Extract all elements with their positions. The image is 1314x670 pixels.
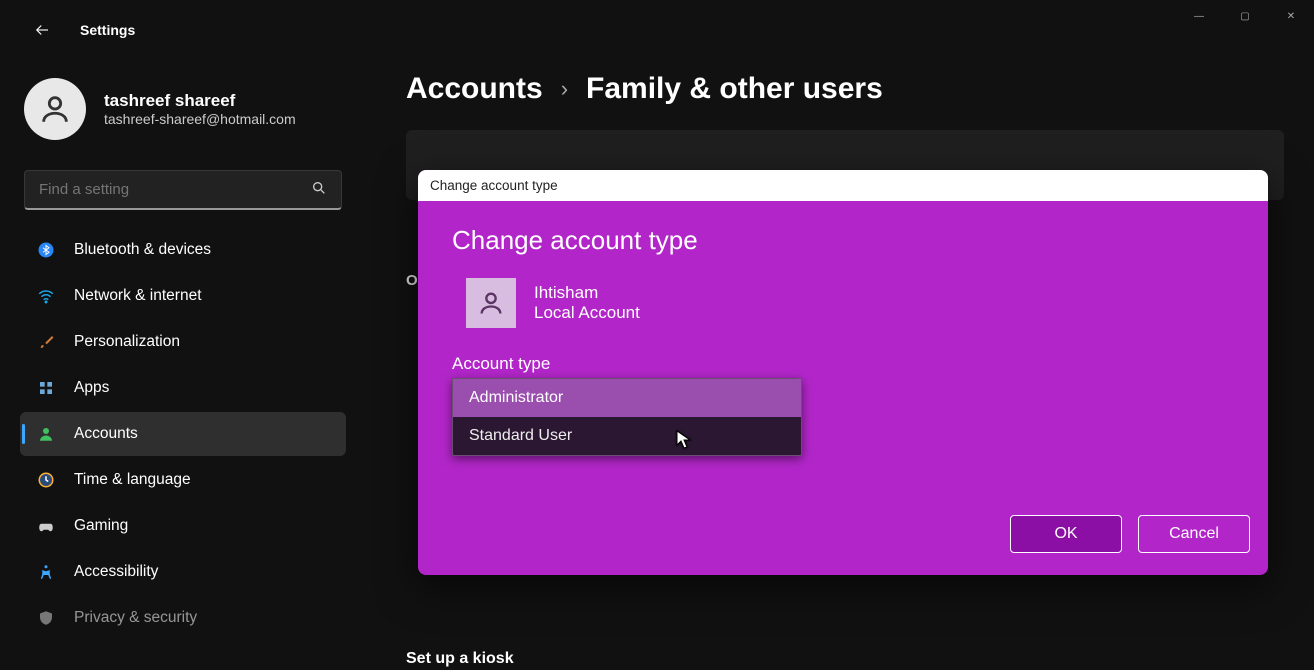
dialog-titlebar: Change account type: [418, 170, 1268, 201]
nav-time[interactable]: Time & language: [20, 458, 346, 502]
shield-icon: [36, 608, 56, 628]
dialog-user-name: Ihtisham: [534, 283, 640, 303]
nav-gaming[interactable]: Gaming: [20, 504, 346, 548]
accessibility-icon: [36, 562, 56, 582]
cancel-button[interactable]: Cancel: [1138, 515, 1250, 553]
nav-list: Bluetooth & devices Network & internet P…: [20, 228, 346, 640]
breadcrumb: Accounts › Family & other users: [406, 72, 1284, 106]
dialog-user: Ihtisham Local Account: [466, 278, 1234, 328]
close-button[interactable]: ✕: [1268, 0, 1314, 32]
nav-label: Accounts: [74, 425, 138, 443]
option-standard-user[interactable]: Standard User: [453, 417, 801, 455]
apps-icon: [36, 378, 56, 398]
nav-label: Accessibility: [74, 563, 158, 581]
nav-privacy[interactable]: Privacy & security: [20, 596, 346, 640]
search-box[interactable]: [24, 170, 342, 210]
nav-label: Network & internet: [74, 287, 202, 305]
minimize-button[interactable]: —: [1176, 0, 1222, 32]
profile-card[interactable]: tashreef shareef tashreef-shareef@hotmai…: [20, 72, 346, 158]
nav-apps[interactable]: Apps: [20, 366, 346, 410]
window-controls: — ▢ ✕: [1176, 0, 1314, 32]
nav-network[interactable]: Network & internet: [20, 274, 346, 318]
change-account-type-dialog: Change account type Change account type …: [418, 170, 1268, 575]
account-type-dropdown[interactable]: Administrator Standard User: [452, 378, 802, 456]
user-avatar: [466, 278, 516, 328]
app-title: Settings: [80, 22, 135, 38]
sidebar: tashreef shareef tashreef-shareef@hotmai…: [0, 52, 358, 670]
nav-label: Gaming: [74, 517, 128, 535]
nav-accounts[interactable]: Accounts: [20, 412, 346, 456]
nav-bluetooth[interactable]: Bluetooth & devices: [20, 228, 346, 272]
option-administrator[interactable]: Administrator: [453, 379, 801, 417]
person-icon: [36, 424, 56, 444]
dialog-user-type: Local Account: [534, 303, 640, 323]
account-type-label: Account type: [452, 354, 1234, 374]
gamepad-icon: [36, 516, 56, 536]
search-input[interactable]: [39, 181, 301, 198]
dialog-heading: Change account type: [452, 225, 1234, 256]
nav-personalization[interactable]: Personalization: [20, 320, 346, 364]
kiosk-heading: Set up a kiosk: [406, 650, 514, 668]
nav-label: Personalization: [74, 333, 180, 351]
search-icon: [311, 180, 327, 200]
nav-label: Bluetooth & devices: [74, 241, 211, 259]
nav-accessibility[interactable]: Accessibility: [20, 550, 346, 594]
wifi-icon: [36, 286, 56, 306]
profile-name: tashreef shareef: [104, 91, 296, 111]
nav-label: Apps: [74, 379, 109, 397]
bluetooth-icon: [36, 240, 56, 260]
profile-email: tashreef-shareef@hotmail.com: [104, 111, 296, 127]
back-button[interactable]: [28, 16, 56, 44]
maximize-button[interactable]: ▢: [1222, 0, 1268, 32]
nav-label: Privacy & security: [74, 609, 197, 627]
ok-button[interactable]: OK: [1010, 515, 1122, 553]
clock-icon: [36, 470, 56, 490]
avatar: [24, 78, 86, 140]
nav-label: Time & language: [74, 471, 191, 489]
breadcrumb-current: Family & other users: [586, 72, 883, 106]
app-header: Settings: [0, 0, 1314, 52]
brush-icon: [36, 332, 56, 352]
chevron-right-icon: ›: [561, 76, 568, 102]
breadcrumb-parent[interactable]: Accounts: [406, 72, 543, 106]
